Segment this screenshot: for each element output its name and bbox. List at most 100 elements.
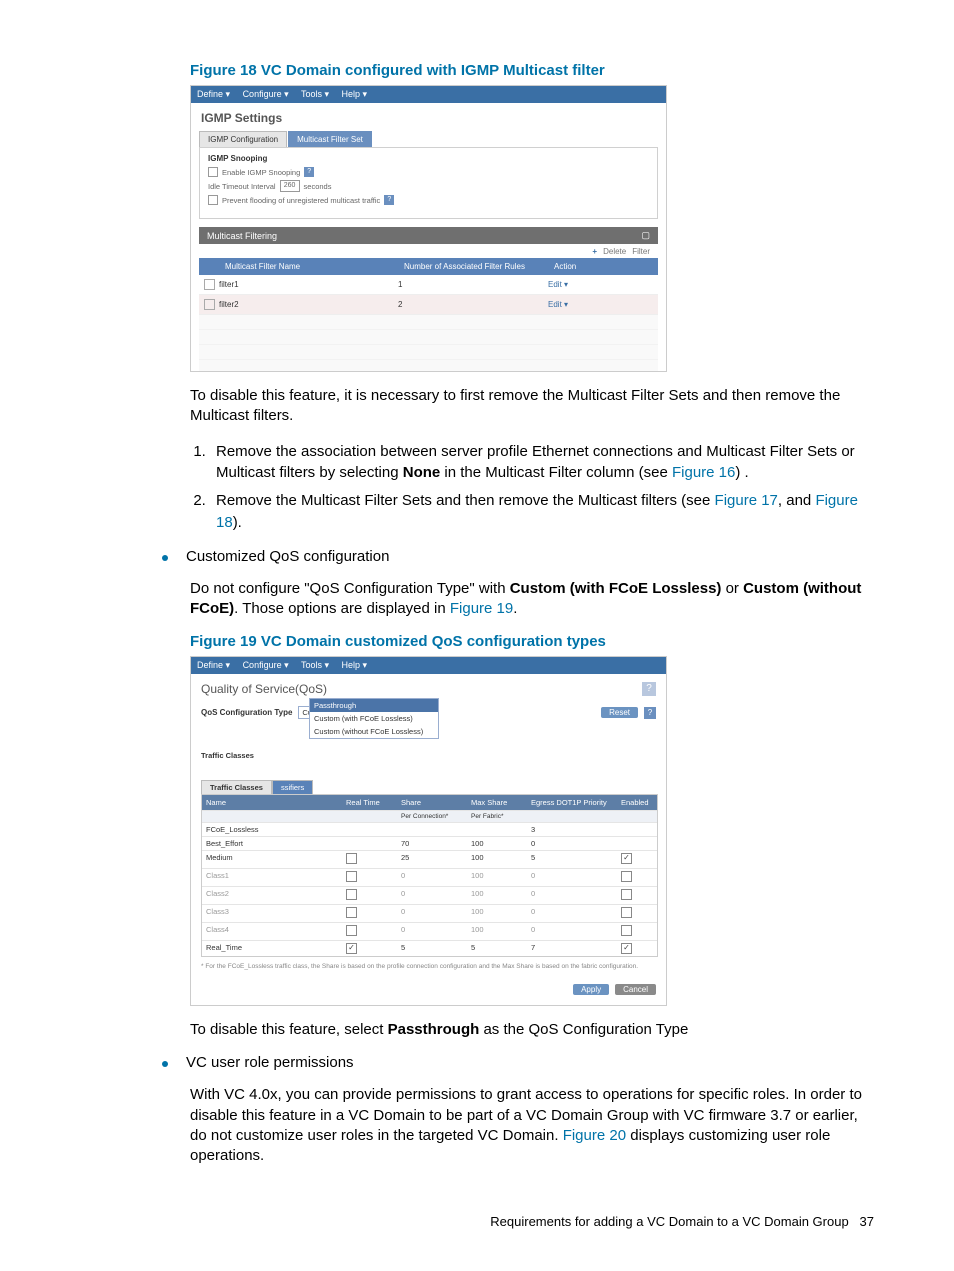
cell-priority: 0 xyxy=(527,869,617,886)
help-icon[interactable]: ? xyxy=(642,682,656,696)
cell-share: 0 xyxy=(397,869,467,886)
option-custom-no-fcoe[interactable]: Custom (without FCoE Lossless) xyxy=(310,725,438,738)
qos-footnote: * For the FCoE_Lossless traffic class, t… xyxy=(201,963,656,970)
qos-paragraph: Do not configure "QoS Configuration Type… xyxy=(190,579,874,620)
collapse-icon[interactable]: ▢ xyxy=(641,230,650,241)
checkbox[interactable] xyxy=(346,907,357,918)
menu-define[interactable]: Define ▾ xyxy=(197,660,230,670)
col-enabled: Enabled xyxy=(617,795,667,810)
checkbox[interactable] xyxy=(621,907,632,918)
checkbox[interactable] xyxy=(346,889,357,900)
col-filter-name: Multicast Filter Name xyxy=(219,262,398,271)
bullet-qos-config: Customized QoS configuration xyxy=(186,548,389,565)
checkbox[interactable] xyxy=(621,853,632,864)
input-idle-timeout[interactable]: 260 xyxy=(280,180,300,192)
option-passthrough[interactable]: Passthrough xyxy=(310,699,438,712)
table-row: Medium251005 xyxy=(202,850,657,868)
reset-button[interactable]: Reset xyxy=(601,707,638,718)
filter-button[interactable]: Filter xyxy=(632,247,650,256)
menu-tools[interactable]: Tools ▾ xyxy=(301,660,329,670)
col-realtime: Real Time xyxy=(342,795,397,810)
cell-share: 0 xyxy=(397,905,467,922)
label-idle-timeout-pre: Idle Timeout Interval xyxy=(208,182,276,191)
label-prevent-flooding: Prevent flooding of unregistered multica… xyxy=(222,196,380,205)
option-custom-fcoe[interactable]: Custom (with FCoE Lossless) xyxy=(310,712,438,725)
figure-18-caption: Figure 18 VC Domain configured with IGMP… xyxy=(190,62,874,79)
link-figure-16[interactable]: Figure 16 xyxy=(672,464,735,481)
table-row: Class101000 xyxy=(202,868,657,886)
col-share: Share xyxy=(397,795,467,810)
cell-max: 5 xyxy=(467,941,527,956)
cell-share: 0 xyxy=(397,887,467,904)
checkbox[interactable] xyxy=(346,871,357,882)
cell-share: 70 xyxy=(397,837,467,850)
cell-share: 0 xyxy=(397,923,467,940)
checkbox[interactable] xyxy=(621,889,632,900)
col-maxshare: Max Share xyxy=(467,795,527,810)
cell-name: filter2 xyxy=(219,300,398,309)
bullet-user-roles: VC user role permissions xyxy=(186,1054,354,1071)
help-icon[interactable]: ? xyxy=(384,195,394,205)
cell-share: 25 xyxy=(397,851,467,868)
checkbox[interactable] xyxy=(621,943,632,954)
col-name: Name xyxy=(202,795,342,810)
checkbox[interactable] xyxy=(621,925,632,936)
checkbox[interactable] xyxy=(621,871,632,882)
menu-help[interactable]: Help ▾ xyxy=(342,660,368,670)
bullet-icon xyxy=(162,1061,168,1067)
tab-traffic-classes[interactable]: Traffic Classes xyxy=(201,780,272,794)
menu-configure[interactable]: Configure ▾ xyxy=(243,89,289,99)
cell-priority: 7 xyxy=(527,941,617,956)
label-enable-snooping: Enable IGMP Snooping xyxy=(222,168,300,177)
table-row: Real_Time557 xyxy=(202,940,657,956)
cell-name: Class3 xyxy=(202,905,342,922)
row-checkbox[interactable] xyxy=(204,279,215,290)
page-number: 37 xyxy=(860,1214,874,1229)
edit-dropdown[interactable]: Edit ▾ xyxy=(548,300,568,309)
checkbox-prevent-flooding[interactable] xyxy=(208,195,218,205)
checkbox[interactable] xyxy=(346,925,357,936)
cell-max: 100 xyxy=(467,887,527,904)
add-icon[interactable]: + xyxy=(592,247,597,256)
menu-tools[interactable]: Tools ▾ xyxy=(301,89,329,99)
page-footer: Requirements for adding a VC Domain to a… xyxy=(490,1214,874,1229)
link-figure-17[interactable]: Figure 17 xyxy=(715,492,778,509)
fig19-menubar: Define ▾ Configure ▾ Tools ▾ Help ▾ xyxy=(191,657,666,674)
cell-share xyxy=(397,823,467,836)
qos-config-type-label: QoS Configuration Type xyxy=(201,708,292,717)
edit-dropdown[interactable]: Edit ▾ xyxy=(548,280,568,289)
subcol-max: Per Fabric* xyxy=(467,811,527,822)
cancel-button[interactable]: Cancel xyxy=(615,984,656,995)
menu-configure[interactable]: Configure ▾ xyxy=(243,660,289,670)
menu-define[interactable]: Define ▾ xyxy=(197,89,230,99)
cell-name: Medium xyxy=(202,851,342,868)
cell-max: 100 xyxy=(467,869,527,886)
cell-max xyxy=(467,823,527,836)
section-multicast-filtering: Multicast Filtering xyxy=(207,231,277,241)
tab-igmp-config[interactable]: IGMP Configuration xyxy=(199,131,287,147)
cell-max: 100 xyxy=(467,851,527,868)
cell-priority: 0 xyxy=(527,887,617,904)
table-row: Best_Effort701000 xyxy=(202,836,657,850)
tab-classifiers[interactable]: ssifiers xyxy=(272,780,313,794)
menu-help[interactable]: Help ▾ xyxy=(342,89,368,99)
help-icon[interactable]: ? xyxy=(644,707,656,719)
cell-rules: 1 xyxy=(398,280,548,289)
table-row: filter2 2 Edit ▾ xyxy=(199,295,658,315)
delete-button[interactable]: Delete xyxy=(603,247,626,256)
disable-intro-paragraph: To disable this feature, it is necessary… xyxy=(190,386,874,427)
tab-multicast-filter-set[interactable]: Multicast Filter Set xyxy=(288,131,372,147)
table-row: Class301000 xyxy=(202,904,657,922)
link-figure-20[interactable]: Figure 20 xyxy=(563,1127,626,1144)
apply-button[interactable]: Apply xyxy=(573,984,609,995)
col-action: Action xyxy=(548,262,658,271)
checkbox[interactable] xyxy=(346,853,357,864)
help-icon[interactable]: ? xyxy=(304,167,314,177)
link-figure-19[interactable]: Figure 19 xyxy=(450,600,513,617)
col-rules: Number of Associated Filter Rules xyxy=(398,262,548,271)
checkbox[interactable] xyxy=(346,943,357,954)
checkbox-enable-snooping[interactable] xyxy=(208,167,218,177)
table-row: filter1 1 Edit ▾ xyxy=(199,275,658,295)
table-row: Class401000 xyxy=(202,922,657,940)
row-checkbox[interactable] xyxy=(204,299,215,310)
